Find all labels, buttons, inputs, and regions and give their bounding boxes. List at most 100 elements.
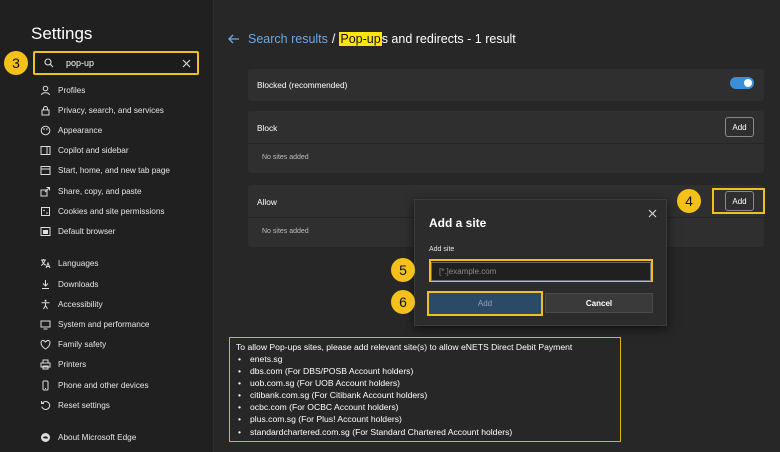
sidebar-item-label: Printers	[58, 360, 87, 370]
callout-badge-4: 4	[677, 189, 701, 213]
dialog-add-button[interactable]: Add	[427, 291, 543, 316]
list-item: • ocbc.com (For OCBC Account holders)	[238, 402, 399, 413]
languages-icon	[38, 257, 52, 271]
sidebar-item-cookies[interactable]: Cookies and site permissions	[38, 201, 208, 221]
share-icon	[38, 184, 52, 198]
note-item-text: ocbc.com (For OCBC Account holders)	[250, 402, 399, 413]
sidebar-title: Settings	[31, 24, 93, 43]
sidebar-item-accessibility[interactable]: Accessibility	[38, 294, 208, 314]
family-icon	[38, 338, 52, 352]
sidebar-item-label: About Microsoft Edge	[58, 433, 137, 443]
block-empty-text: No sites added	[262, 154, 309, 161]
sidebar-item-share[interactable]: Share, copy, and paste	[38, 181, 208, 201]
printer-icon	[38, 358, 52, 372]
dialog-title: Add a site	[429, 216, 487, 230]
lock-icon	[38, 103, 52, 117]
cookies-icon	[38, 204, 52, 218]
callout-badge-6: 6	[391, 290, 415, 314]
sidebar-item-start-home[interactable]: Start, home, and new tab page	[38, 161, 208, 181]
sidebar-item-label: System and performance	[58, 320, 150, 330]
sidebar-item-label: Accessibility	[58, 299, 103, 309]
sidebar-item-appearance[interactable]: Appearance	[38, 120, 208, 140]
sidebar-item-phone[interactable]: Phone and other devices	[38, 375, 208, 395]
system-icon	[38, 318, 52, 332]
note-item-text: plus.com.sg (For Plus! Account holders)	[250, 414, 402, 425]
profile-icon	[38, 83, 52, 97]
blocked-toggle[interactable]	[730, 77, 754, 89]
note-item-text: uob.com.sg (For UOB Account holders)	[250, 378, 400, 389]
sidebar-item-downloads[interactable]: Downloads	[38, 274, 208, 294]
clear-search-icon[interactable]	[177, 59, 195, 68]
card-divider	[248, 143, 764, 144]
add-site-dialog: Add a site Add site Add Cancel	[414, 199, 667, 326]
search-match-highlight: Pop-up	[339, 32, 382, 46]
sidebar-item-label: Copilot and sidebar	[58, 146, 129, 156]
sidebar-item-system[interactable]: System and performance	[38, 314, 208, 334]
dialog-cancel-button[interactable]: Cancel	[545, 293, 653, 313]
list-item: • standardchartered.com.sg (For Standard …	[238, 426, 513, 437]
list-item: • enets.sg	[238, 354, 283, 364]
search-results-link[interactable]: Search results	[248, 32, 328, 46]
block-add-button[interactable]: Add	[725, 117, 754, 137]
sidebar-item-copilot[interactable]: Copilot and sidebar	[38, 141, 208, 161]
sidebar-item-default-browser[interactable]: Default browser	[38, 221, 208, 241]
sidebar-item-languages[interactable]: Languages	[38, 254, 208, 274]
sidebar-item-label: Reset settings	[58, 400, 110, 410]
phone-icon	[38, 378, 52, 392]
allow-empty-text: No sites added	[262, 228, 309, 235]
sidebar-icon	[38, 144, 52, 158]
sidebar-item-label: Privacy, search, and services	[58, 105, 164, 115]
sidebar-item-profiles[interactable]: Profiles	[38, 80, 208, 100]
note-intro: To allow Pop-ups sites, please add relev…	[236, 342, 573, 352]
search-icon	[38, 58, 60, 68]
callout-badge-5: 5	[391, 258, 415, 282]
blocked-label: Blocked (recommended)	[257, 80, 348, 90]
blocked-setting-card: Blocked (recommended)	[248, 69, 764, 101]
instruction-note: To allow Pop-ups sites, please add relev…	[229, 337, 621, 442]
sidebar-item-label: Languages	[58, 259, 99, 269]
settings-sidebar: Settings pop-up Profiles Privacy, search…	[0, 0, 214, 452]
sidebar-item-label: Start, home, and new tab page	[58, 166, 170, 176]
sidebar-item-reset[interactable]: Reset settings	[38, 395, 208, 415]
list-item: • uob.com.sg (For UOB Account holders)	[238, 378, 400, 389]
sidebar-item-label: Family safety	[58, 340, 107, 350]
settings-search-box[interactable]: pop-up	[33, 51, 199, 75]
sidebar-item-family-safety[interactable]: Family safety	[38, 335, 208, 355]
list-item: • plus.com.sg (For Plus! Account holders)	[238, 414, 402, 425]
sidebar-nav: Profiles Privacy, search, and services A…	[38, 80, 208, 448]
reset-icon	[38, 398, 52, 412]
block-label: Block	[257, 123, 278, 133]
list-item: • citibank.com.sg (For Citibank Account h…	[238, 390, 428, 401]
allow-label: Allow	[257, 197, 277, 207]
sidebar-item-about[interactable]: About Microsoft Edge	[38, 428, 208, 448]
close-icon[interactable]	[646, 207, 658, 219]
sidebar-item-privacy[interactable]: Privacy, search, and services	[38, 100, 208, 120]
back-arrow-icon[interactable]	[228, 34, 240, 44]
edge-icon	[38, 431, 52, 445]
sidebar-item-label: Default browser	[58, 226, 116, 236]
toggle-knob	[744, 79, 752, 87]
sidebar-item-label: Phone and other devices	[58, 380, 149, 390]
accessibility-icon	[38, 297, 52, 311]
browser-icon	[38, 224, 52, 238]
breadcrumb: Search results / Pop-ups and redirects -…	[228, 30, 516, 48]
note-item-text: citibank.com.sg (For Citibank Account ho…	[250, 390, 428, 401]
sidebar-item-printers[interactable]: Printers	[38, 355, 208, 375]
block-list-card: Block Add No sites added	[248, 111, 764, 173]
sidebar-item-label: Share, copy, and paste	[58, 186, 142, 196]
note-item-text: dbs.com (For DBS/POSB Account holders)	[250, 366, 414, 377]
add-site-input-frame	[429, 259, 653, 282]
sidebar-item-label: Cookies and site permissions	[58, 206, 165, 216]
sidebar-item-label: Profiles	[58, 85, 86, 95]
note-item-text: standardchartered.com.sg (For Standard C…	[250, 426, 513, 437]
note-item-text: enets.sg	[250, 354, 283, 364]
download-icon	[38, 277, 52, 291]
add-site-input[interactable]	[431, 262, 651, 281]
list-item: • dbs.com (For DBS/POSB Account holders)	[238, 366, 414, 377]
search-input[interactable]: pop-up	[66, 58, 177, 68]
callout-badge-3: 3	[4, 51, 28, 75]
sidebar-item-label: Appearance	[58, 125, 103, 135]
page-title: Pop-ups and redirects - 1 result	[339, 32, 516, 46]
palette-icon	[38, 123, 52, 137]
